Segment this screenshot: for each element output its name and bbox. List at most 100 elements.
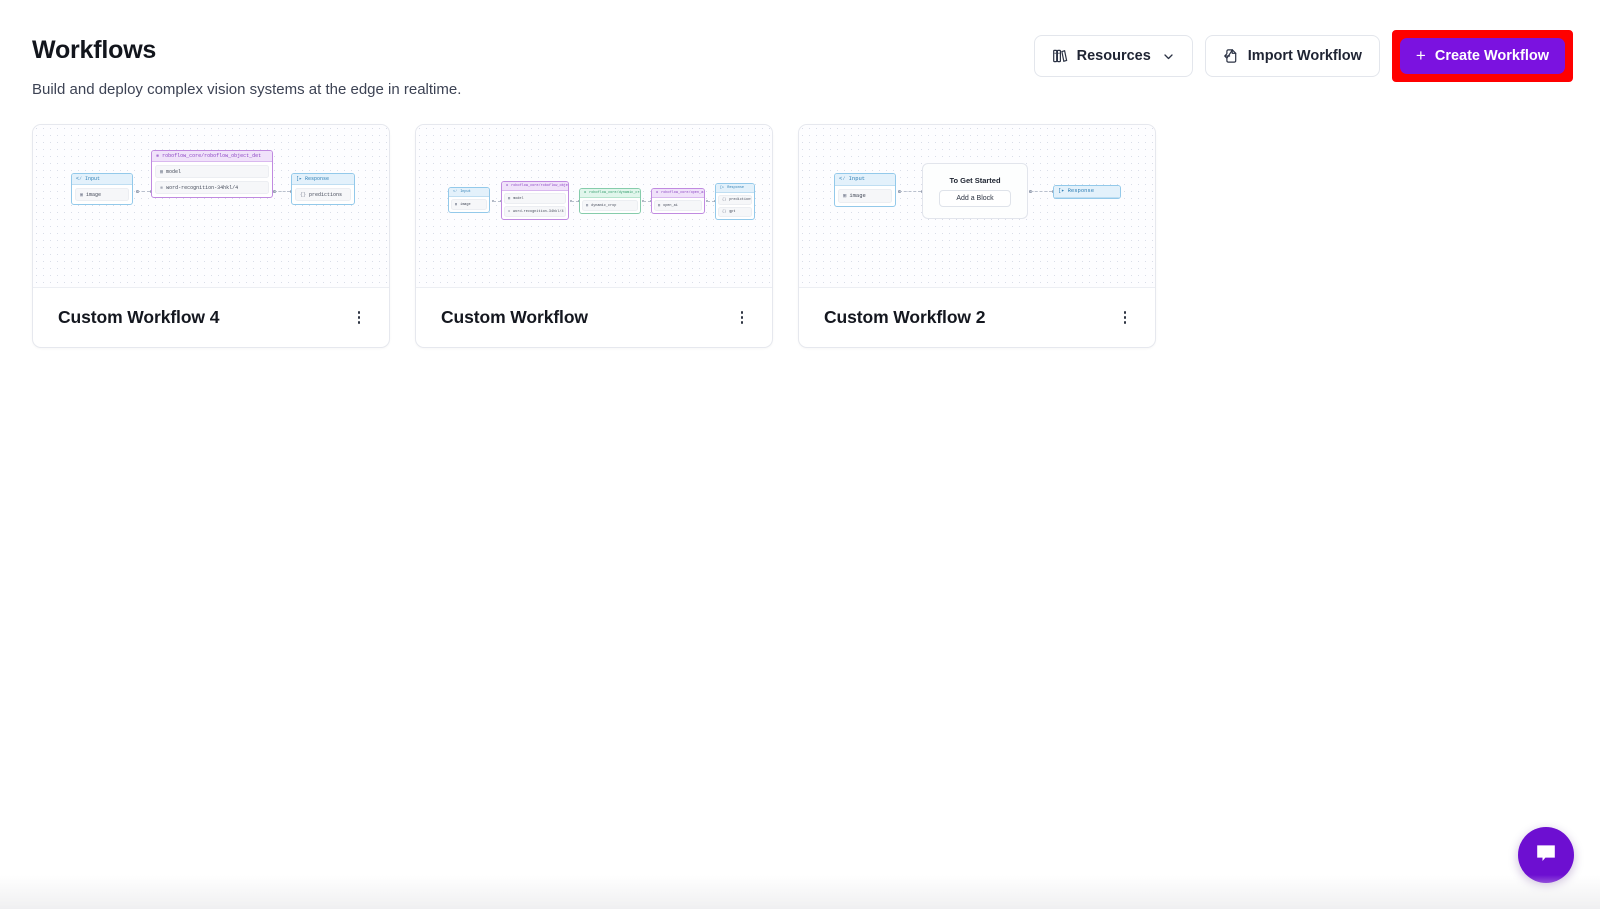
workflow-name: Custom Workflow 2 — [824, 307, 986, 327]
block-icon: ⨳ — [506, 184, 509, 188]
flow-node-rows: ▣ image — [449, 197, 489, 212]
file-import-icon — [1223, 48, 1239, 64]
flow-node-header: [▸ Response — [1054, 186, 1120, 198]
create-workflow-highlight: + Create Workflow — [1391, 30, 1573, 82]
flow-node-header: [▸ Response — [292, 174, 354, 186]
bottom-fade — [0, 875, 1600, 909]
output-icon: [▸ — [720, 186, 725, 190]
workflow-card[interactable]: <⁄ Input ▣ image ⨳ roboflow_core/roboflo… — [415, 124, 773, 348]
braces-icon: {} — [722, 210, 727, 215]
flow-node-header: <⁄ Input — [72, 174, 132, 186]
workflow-card-footer: Custom Workflow 4 — [33, 288, 389, 347]
import-workflow-label: Import Workflow — [1247, 48, 1362, 64]
flow-node-model: ⨳ roboflow_core/roboflow_object_det ▦ mo… — [151, 150, 273, 199]
page-title: Workflows — [32, 36, 157, 64]
header-actions: Resources Import Workflow + Create Workf… — [1033, 30, 1573, 82]
chevron-down-icon — [1162, 50, 1175, 63]
flow-node-row: ⨳ word-recognition-34hkl/4 — [504, 206, 566, 218]
plus-icon: + — [1415, 45, 1426, 65]
flow-node-header: <⁄ Input — [449, 188, 489, 198]
kebab-menu-icon[interactable] — [729, 305, 755, 331]
create-workflow-label: Create Workflow — [1434, 48, 1549, 64]
flow-node-response: [▸ Response {} predictions — [291, 173, 355, 206]
workflows-page: Workflows Build and deploy complex visio… — [0, 0, 1600, 909]
flow-node-rows: ▣ image — [835, 186, 895, 206]
import-workflow-button[interactable]: Import Workflow — [1204, 35, 1380, 77]
flow-node-model: ⨳ roboflow_core/roboflow_object_det ▦ mo… — [501, 181, 569, 221]
block-icon: ⨳ — [584, 191, 587, 195]
workflow-name: Custom Workflow 4 — [58, 307, 220, 327]
block-icon: ⨳ — [656, 191, 659, 195]
page-header: Workflows Build and deploy complex visio… — [0, 0, 1600, 110]
chat-bubble-icon — [1533, 840, 1559, 871]
cube-icon: ▦ — [508, 197, 511, 202]
chat-widget-button[interactable] — [1518, 827, 1574, 883]
page-subtitle: Build and deploy complex vision systems … — [32, 81, 462, 98]
flow-node-header: ⨳ roboflow_core/roboflow_object_det — [152, 151, 272, 163]
flow-edge — [899, 191, 921, 192]
get-started-title: To Get Started — [949, 175, 1001, 185]
flow-node-header: ⨳ roboflow_core/roboflow_object_det — [502, 182, 568, 192]
flow-node-row: ▣ image — [451, 199, 487, 211]
flow-node-crop: ⨳ roboflow_core/dynamic_crop@v1 ▦ dynami… — [579, 188, 641, 215]
workflow-card[interactable]: <⁄ Input ▣ image ⨳ roboflow_core/roboflo… — [32, 124, 390, 348]
create-workflow-button[interactable]: + Create Workflow — [1399, 38, 1565, 74]
flow-node-row: ⨳ word-recognition-34hkl/4 — [155, 181, 269, 195]
flow-node-rows: {} predictions {} gpt — [716, 193, 754, 219]
flow-node-input: <⁄ Input ▣ image — [448, 187, 490, 214]
cube-icon: ▦ — [160, 168, 164, 175]
flow-edge — [1030, 191, 1052, 192]
image-icon: ▣ — [843, 192, 847, 200]
workflow-preview: <⁄ Input ▣ image ⨳ roboflow_core/roboflo… — [33, 125, 389, 288]
flow-node-openai: ⨳ roboflow_core/open_ai@v2 ▦ open_ai — [651, 188, 705, 215]
flow-node-row: ▦ model — [155, 165, 269, 179]
output-icon: [▸ — [296, 176, 303, 182]
flow-node-row: ▦ open_ai — [654, 200, 702, 212]
flow-node-rows: ▦ model ⨳ word-recognition-34hkl/4 — [152, 162, 272, 197]
flow-node-row: {} predictions — [295, 188, 351, 202]
flow-node-header: [▸ Response — [716, 184, 754, 194]
flow-node-row: ▦ model — [504, 193, 566, 205]
workflow-card-grid: <⁄ Input ▣ image ⨳ roboflow_core/roboflo… — [32, 124, 1156, 348]
block-icon: ⨳ — [160, 184, 164, 191]
flow-node-row: {} gpt — [718, 207, 752, 218]
output-icon: [▸ — [1058, 187, 1065, 194]
workflow-card-footer: Custom Workflow — [416, 288, 772, 347]
angle-brackets-icon: <⁄ — [839, 175, 846, 182]
workflow-preview: <⁄ Input ▣ image To Get Started Add a Bl… — [799, 125, 1155, 288]
cube-icon: ▦ — [658, 204, 661, 209]
workflow-card-footer: Custom Workflow 2 — [799, 288, 1155, 347]
flow-node-row: ▣ image — [838, 188, 892, 203]
kebab-menu-icon[interactable] — [346, 305, 372, 331]
kebab-menu-icon[interactable] — [1112, 305, 1138, 331]
flow-node-header: ⨳ roboflow_core/dynamic_crop@v1 — [580, 189, 640, 199]
workflow-card[interactable]: <⁄ Input ▣ image To Get Started Add a Bl… — [798, 124, 1156, 348]
flow-node-header: ⨳ roboflow_core/open_ai@v2 — [652, 189, 704, 199]
flow-node-row: ▦ dynamic_crop — [582, 200, 638, 212]
flow-node-input: <⁄ Input ▣ image — [834, 173, 896, 207]
angle-brackets-icon: <⁄ — [453, 190, 458, 194]
flow-node-response: [▸ Response — [1053, 185, 1121, 199]
flow-node-row: {} predictions — [718, 195, 752, 206]
flow-node-rows: ▣ image — [72, 185, 132, 204]
block-icon: ⨳ — [156, 153, 160, 159]
resources-label: Resources — [1076, 48, 1151, 64]
block-icon: ⨳ — [508, 210, 511, 215]
resources-button[interactable]: Resources — [1033, 35, 1193, 77]
library-books-icon — [1052, 48, 1068, 64]
braces-icon: {} — [300, 191, 307, 198]
flow-node-rows: ▦ open_ai — [652, 198, 704, 213]
add-block-button[interactable]: Add a Block — [939, 189, 1011, 207]
flow-node-rows: {} predictions — [292, 185, 354, 204]
braces-icon: {} — [722, 198, 727, 203]
flow-node-header: <⁄ Input — [835, 174, 895, 186]
flow-node-rows: ▦ dynamic_crop — [580, 198, 640, 213]
get-started-placeholder: To Get Started Add a Block — [922, 163, 1028, 219]
flow-edge — [137, 191, 150, 192]
workflow-preview: <⁄ Input ▣ image ⨳ roboflow_core/roboflo… — [416, 125, 772, 288]
flow-node-row: ▣ image — [75, 188, 129, 202]
image-icon: ▣ — [80, 191, 84, 198]
flow-node-input: <⁄ Input ▣ image — [71, 173, 133, 206]
flow-node-rows: ▦ model ⨳ word-recognition-34hkl/4 — [502, 191, 568, 219]
workflow-name: Custom Workflow — [441, 307, 588, 327]
